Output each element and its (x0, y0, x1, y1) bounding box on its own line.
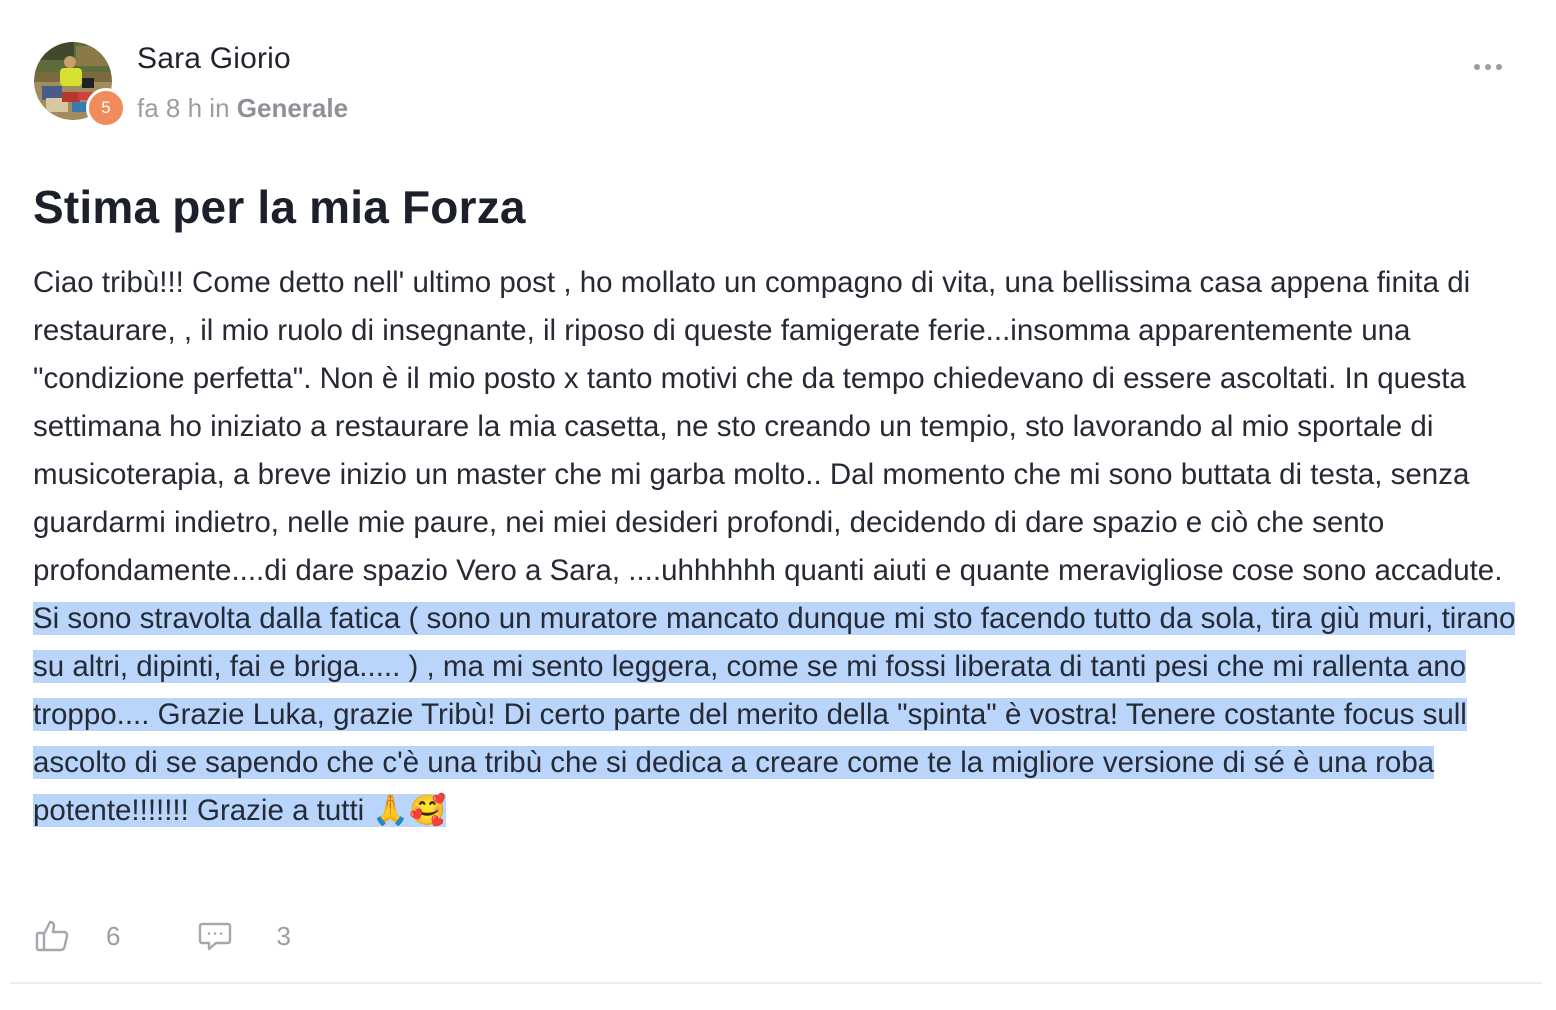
more-dot (1474, 64, 1480, 70)
post-time: fa 8 h (137, 93, 203, 123)
comment-button[interactable]: 3 (198, 919, 291, 953)
more-options-button[interactable] (1466, 55, 1510, 79)
post-card: 5 Sara Giorio fa 8 h in Generale Stima p… (0, 0, 1556, 1010)
post-body-text: Ciao tribù!!! Come detto nell' ultimo po… (33, 266, 1503, 587)
post-body: Ciao tribù!!! Come detto nell' ultimo po… (33, 259, 1523, 835)
meta-in-label: in (209, 93, 230, 123)
comment-count: 3 (276, 920, 291, 951)
comment-bubble-icon (199, 922, 232, 951)
author-avatar[interactable]: 5 (34, 42, 126, 128)
post-actions: 6 3 (34, 912, 291, 960)
post-divider (10, 982, 1542, 984)
post-body-selected-text: Si sono stravolta dalla fatica ( sono un… (33, 602, 1516, 827)
author-name[interactable]: Sara Giorio (137, 42, 291, 76)
post-title: Stima per la mia Forza (33, 181, 526, 233)
level-badge: 5 (86, 88, 126, 128)
thumbs-up-icon (35, 920, 69, 952)
more-dot (1496, 64, 1502, 70)
like-button[interactable]: 6 (34, 918, 120, 954)
more-dot (1485, 64, 1491, 70)
post-meta: fa 8 h in Generale (137, 93, 348, 124)
like-count: 6 (106, 920, 121, 951)
category-link[interactable]: Generale (237, 93, 348, 123)
